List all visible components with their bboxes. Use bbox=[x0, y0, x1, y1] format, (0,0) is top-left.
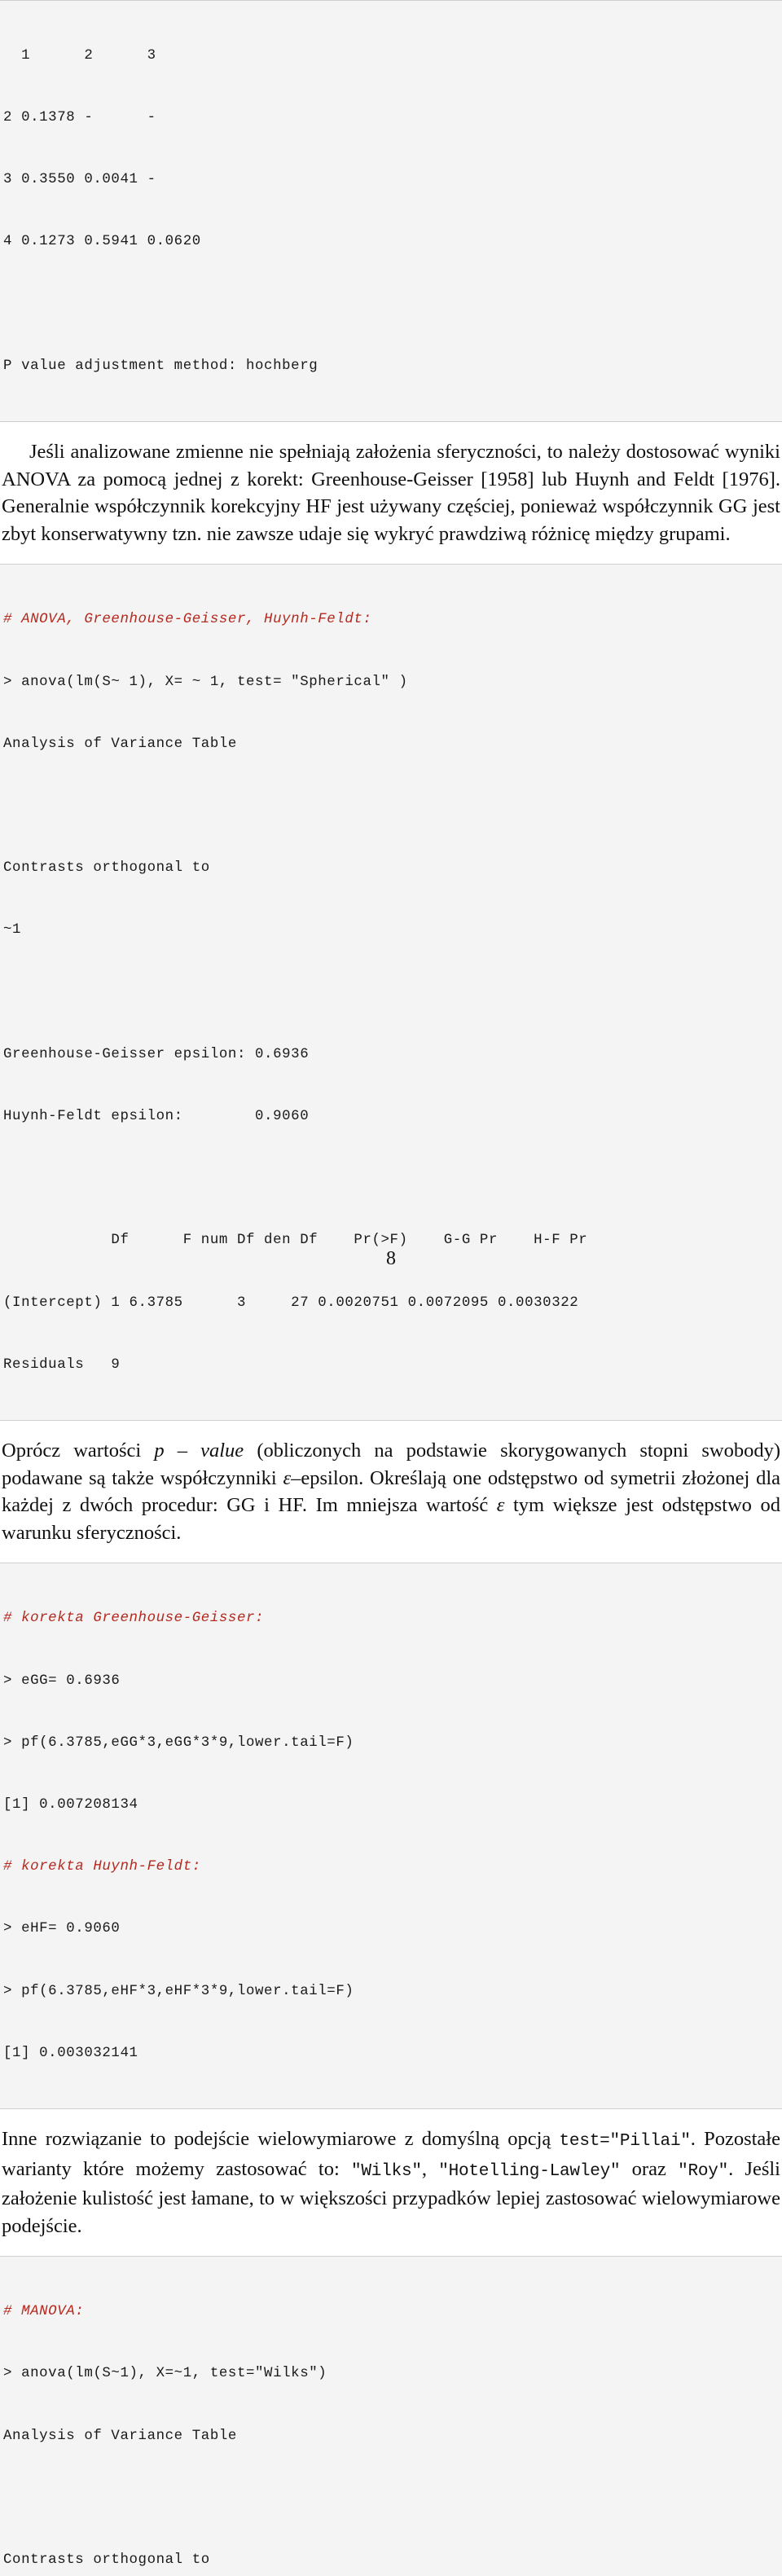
math-p-value: p – value bbox=[154, 1440, 244, 1462]
code-line-table-intercept: (Intercept) 1 6.3785 3 27 0.0020751 0.00… bbox=[3, 1295, 579, 1311]
code-line-result: [1] 0.007208134 bbox=[3, 1796, 138, 1813]
code-comment: # ANOVA, Greenhouse-Geisser, Huynh-Feldt… bbox=[3, 612, 372, 628]
text-segment: Oprócz wartości bbox=[2, 1440, 155, 1462]
code-comment-hf: # korekta Huynh-Feldt: bbox=[3, 1859, 201, 1875]
code-line: 3 0.3550 0.0041 - bbox=[3, 172, 156, 188]
text-segment: , bbox=[421, 2157, 439, 2180]
code-comment-gg: # korekta Greenhouse-Geisser: bbox=[3, 1611, 265, 1627]
code-comment: # MANOVA: bbox=[3, 2304, 85, 2320]
code-line: Analysis of Variance Table bbox=[3, 2428, 237, 2444]
inline-code-wilks: "Wilks" bbox=[351, 2161, 422, 2181]
code-block-korekta: # korekta Greenhouse-Geisser: > eGG= 0.6… bbox=[0, 1563, 782, 2110]
paragraph-multivariate: Inne rozwiązanie to podejście wielowymia… bbox=[0, 2125, 782, 2240]
code-line: > eGG= 0.6936 bbox=[3, 1673, 121, 1689]
code-line: > pf(6.3785,eHF*3,eHF*3*9,lower.tail=F) bbox=[3, 1983, 354, 1999]
math-epsilon: ε bbox=[283, 1466, 292, 1489]
math-epsilon: ε bbox=[496, 1494, 505, 1517]
code-line-table-residuals: Residuals 9 bbox=[3, 1356, 121, 1373]
code-line: > eHF= 0.9060 bbox=[3, 1921, 121, 1937]
paragraph-epsilon: Oprócz wartości p – value (obliczonych n… bbox=[0, 1437, 782, 1546]
code-line: 4 0.1273 0.5941 0.0620 bbox=[3, 234, 201, 250]
code-block-pairwise-table: 1 2 3 2 0.1378 - - 3 0.3550 0.0041 - 4 0… bbox=[0, 0, 782, 423]
text-segment: Inne rozwiązanie to podejście wielowymia… bbox=[2, 2128, 560, 2151]
code-block-manova: # MANOVA: > anova(lm(S~1), X=~1, test="W… bbox=[0, 2256, 782, 2576]
page-number: 8 bbox=[386, 1248, 396, 1269]
code-line: > pf(6.3785,eGG*3,eGG*3*9,lower.tail=F) bbox=[3, 1734, 354, 1751]
code-block-anova-spherical: # ANOVA, Greenhouse-Geisser, Huynh-Feldt… bbox=[0, 564, 782, 1422]
code-line: Analysis of Variance Table bbox=[3, 736, 237, 752]
paragraph-sphericity: Jeśli analizowane zmienne nie spełniają … bbox=[2, 441, 780, 545]
code-line: > anova(lm(S~ 1), X= ~ 1, test= "Spheric… bbox=[3, 674, 408, 690]
text-segment: oraz bbox=[620, 2157, 679, 2180]
inline-code-hotelling-lawley: "Hotelling-Lawley" bbox=[438, 2161, 621, 2181]
code-line: P value adjustment method: hochberg bbox=[3, 358, 319, 374]
document-page: 1 2 3 2 0.1378 - - 3 0.3550 0.0041 - 4 0… bbox=[0, 0, 782, 2576]
code-line-result: [1] 0.003032141 bbox=[3, 2045, 138, 2061]
code-line: 1 2 3 bbox=[3, 47, 156, 64]
inline-code-pillai: test="Pillai" bbox=[559, 2132, 691, 2152]
code-line: ~1 bbox=[3, 922, 22, 939]
inline-code-roy: "Roy" bbox=[678, 2161, 729, 2181]
code-line: > anova(lm(S~1), X=~1, test="Wilks") bbox=[3, 2366, 327, 2382]
code-line: Contrasts orthogonal to bbox=[3, 2552, 210, 2569]
code-line: Contrasts orthogonal to bbox=[3, 860, 210, 877]
code-line: 2 0.1378 - - bbox=[3, 110, 156, 126]
code-line-gg-epsilon: Greenhouse-Geisser epsilon: 0.6936 bbox=[3, 1046, 310, 1062]
code-line-hf-epsilon: Huynh-Feldt epsilon: 0.9060 bbox=[3, 1109, 310, 1125]
